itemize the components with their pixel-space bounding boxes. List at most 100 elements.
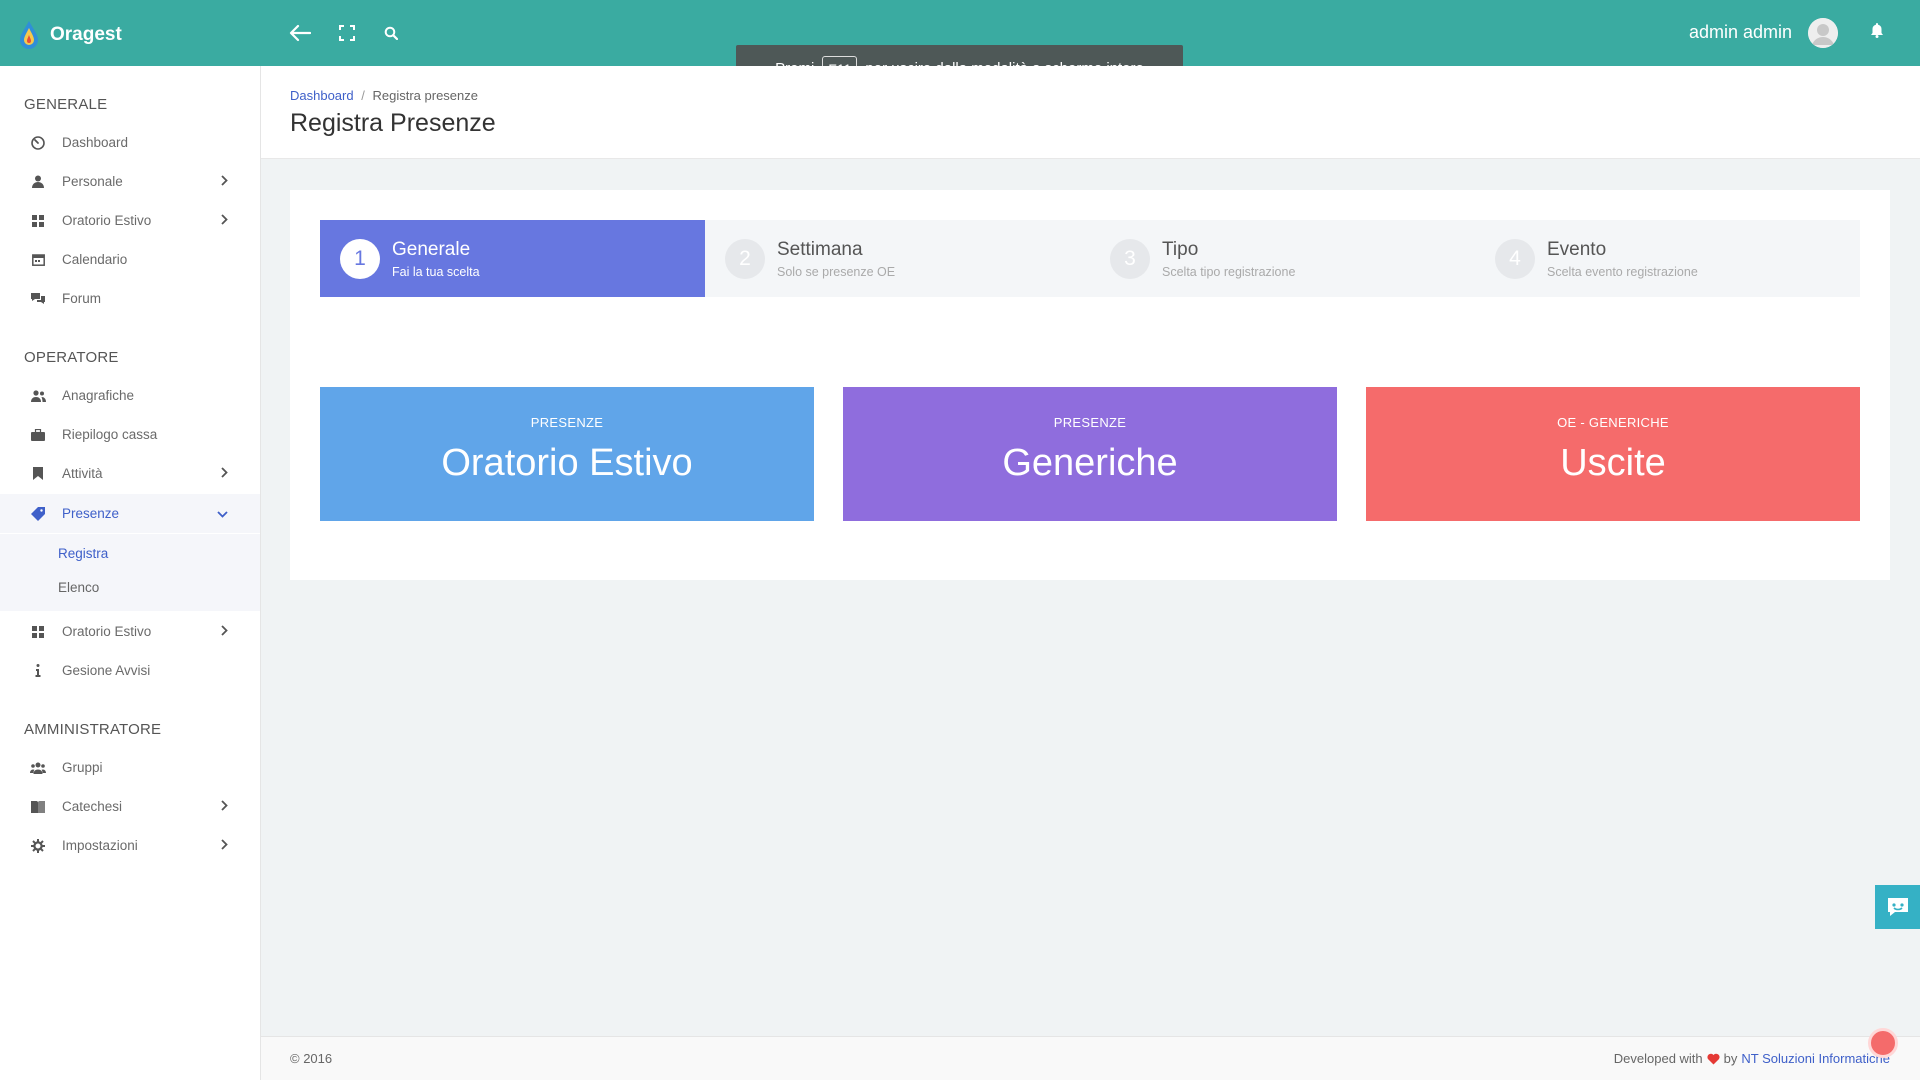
developed-by: Developed with by NT Soluzioni Informati…	[1614, 1051, 1890, 1066]
step-number: 3	[1110, 238, 1150, 279]
sidebar-item-riepilogo-cassa[interactable]: Riepilogo cassa	[0, 415, 260, 454]
bookmark-icon	[28, 467, 48, 480]
tile-uscite[interactable]: OE - GENERICHE Uscite	[1366, 387, 1860, 521]
grid-icon	[28, 625, 48, 638]
submenu-item-elenco[interactable]: Elenco	[58, 580, 99, 595]
breadcrumb: Dashboard / Registra presenze	[290, 88, 478, 103]
section-amministratore: AMMINISTRATORE	[24, 721, 162, 738]
section-generale: GENERALE	[24, 96, 108, 113]
app-name: Oragest	[50, 24, 122, 45]
step-subtitle: Solo se presenze OE	[777, 264, 896, 279]
briefcase-icon	[28, 428, 48, 441]
sidebar-item-label: Oratorio Estivo	[62, 213, 152, 228]
breadcrumb-separator: /	[361, 88, 365, 103]
user-name[interactable]: admin admin	[1689, 22, 1792, 43]
tile-title: Uscite	[1560, 442, 1666, 484]
main-card: 1 Generale Fai la tua scelta 2 Settimana…	[290, 190, 1890, 580]
user-icon	[28, 175, 48, 188]
search-icon[interactable]	[378, 20, 404, 46]
drop-logo-icon	[20, 21, 38, 49]
info-icon	[28, 664, 48, 677]
step-title: Generale	[392, 238, 471, 260]
step-subtitle: Fai la tua scelta	[392, 264, 480, 279]
sidebar-item-attivita[interactable]: Attività	[0, 454, 260, 493]
user-avatar-icon[interactable]	[1808, 18, 1838, 48]
sidebar-item-label: Dashboard	[62, 135, 129, 150]
chevron-right-icon	[221, 838, 228, 853]
sidebar-item-catechesi[interactable]: Catechesi	[0, 787, 260, 826]
presenze-submenu: Registra Elenco	[0, 534, 260, 611]
sidebar-item-label: Gesione Avvisi	[62, 663, 151, 678]
chevron-right-icon	[221, 466, 228, 481]
tile-caption: PRESENZE	[530, 415, 604, 430]
group-icon	[28, 762, 48, 774]
company-link[interactable]: NT Soluzioni Informatiche	[1741, 1051, 1890, 1066]
developed-with-text: Developed with	[1613, 1051, 1703, 1066]
sidebar-item-dashboard[interactable]: Dashboard	[0, 123, 260, 162]
chevron-right-icon	[221, 624, 228, 639]
copyright: © 2016	[290, 1051, 333, 1066]
chat-icon[interactable]	[1875, 885, 1920, 929]
tile-title: Oratorio Estivo	[441, 442, 693, 484]
comments-icon	[28, 292, 48, 305]
wizard-step-4[interactable]: 4 Evento Scelta evento registrazione	[1475, 220, 1860, 297]
wizard-steps: 1 Generale Fai la tua scelta 2 Settimana…	[320, 220, 1860, 297]
brand[interactable]: Oragest	[18, 20, 122, 50]
dashboard-icon	[28, 135, 48, 150]
wizard-step-3[interactable]: 3 Tipo Scelta tipo registrazione	[1090, 220, 1475, 297]
page-header: Dashboard / Registra presenze Registra P…	[261, 66, 1920, 159]
chevron-right-icon	[221, 799, 228, 814]
chevron-right-icon	[221, 174, 228, 189]
step-number: 2	[725, 238, 765, 279]
step-subtitle: Scelta tipo registrazione	[1162, 264, 1296, 279]
tile-caption: OE - GENERICHE	[1557, 415, 1669, 430]
submenu-item-registra[interactable]: Registra	[58, 546, 108, 561]
sidebar-item-gruppi[interactable]: Gruppi	[0, 748, 260, 787]
sidebar: GENERALE Dashboard Personale Oratorio Es…	[0, 66, 261, 1080]
wizard-step-1[interactable]: 1 Generale Fai la tua scelta	[320, 220, 705, 297]
chevron-down-icon	[217, 506, 228, 521]
sidebar-item-label: Impostazioni	[62, 838, 138, 853]
users-icon	[28, 389, 48, 402]
fullscreen-icon[interactable]	[334, 20, 360, 46]
sidebar-item-label: Oratorio Estivo	[62, 624, 152, 639]
sidebar-item-forum[interactable]: Forum	[0, 279, 260, 318]
step-title: Tipo	[1162, 238, 1199, 260]
sidebar-item-label: Presenze	[62, 506, 120, 521]
gear-icon	[28, 838, 48, 853]
footer: © 2016 Developed with by NT Soluzioni In…	[261, 1036, 1920, 1080]
sidebar-item-label: Personale	[62, 174, 123, 189]
bell-icon[interactable]	[1870, 22, 1884, 43]
sidebar-item-presenze[interactable]: Presenze	[0, 494, 260, 533]
sidebar-item-label: Calendario	[62, 252, 128, 267]
sidebar-item-oratorio-estivo-2[interactable]: Oratorio Estivo	[0, 612, 260, 651]
book-icon	[28, 800, 48, 813]
calendar-icon	[28, 253, 48, 266]
step-title: Evento	[1547, 238, 1607, 260]
tile-presenze-oratorio-estivo[interactable]: PRESENZE Oratorio Estivo	[320, 387, 814, 521]
sidebar-item-calendario[interactable]: Calendario	[0, 240, 260, 279]
sidebar-item-label: Catechesi	[62, 799, 123, 814]
floating-help-icon[interactable]	[1868, 1028, 1898, 1058]
step-title: Settimana	[777, 238, 863, 260]
sidebar-item-personale[interactable]: Personale	[0, 162, 260, 201]
sidebar-item-label: Anagrafiche	[62, 388, 135, 403]
sidebar-item-anagrafiche[interactable]: Anagrafiche	[0, 376, 260, 415]
wizard-step-2[interactable]: 2 Settimana Solo se presenze OE	[705, 220, 1090, 297]
grid-icon	[28, 214, 48, 227]
back-arrow-icon[interactable]	[287, 20, 313, 46]
sidebar-item-oratorio-estivo[interactable]: Oratorio Estivo	[0, 201, 260, 240]
tile-caption: PRESENZE	[1053, 415, 1127, 430]
sidebar-item-label: Attività	[62, 466, 103, 481]
step-number: 4	[1495, 238, 1535, 279]
sidebar-item-impostazioni[interactable]: Impostazioni	[0, 826, 260, 865]
heart-icon	[1707, 1053, 1720, 1064]
step-number: 1	[340, 238, 380, 279]
breadcrumb-dashboard-link[interactable]: Dashboard	[290, 88, 354, 103]
breadcrumb-current: Registra presenze	[372, 88, 478, 103]
tile-presenze-generiche[interactable]: PRESENZE Generiche	[843, 387, 1337, 521]
sidebar-item-label: Riepilogo cassa	[62, 427, 158, 442]
tag-icon	[28, 506, 48, 521]
sidebar-item-gestione-avvisi[interactable]: Gesione Avvisi	[0, 651, 260, 690]
sidebar-item-label: Gruppi	[62, 760, 103, 775]
